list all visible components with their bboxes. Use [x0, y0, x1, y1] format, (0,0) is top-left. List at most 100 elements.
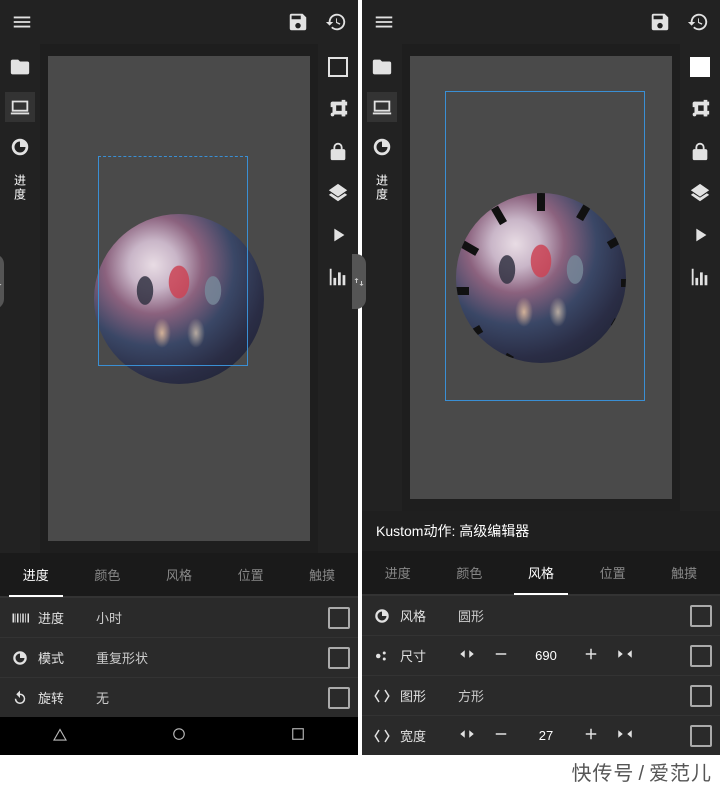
tab-color[interactable]: 颜色: [72, 553, 144, 596]
checkbox[interactable]: [328, 647, 350, 669]
lock-icon[interactable]: [685, 136, 715, 166]
topbar: [362, 0, 720, 44]
increase-icon[interactable]: [582, 645, 600, 666]
donut-icon: [370, 607, 394, 625]
layers-icon[interactable]: [323, 178, 353, 208]
decrease-icon[interactable]: [492, 725, 510, 746]
panel-title: Kustom动作: 高级编辑器: [362, 511, 720, 551]
tab-progress[interactable]: 进度: [0, 553, 72, 596]
prop-value: 重复形状: [96, 648, 328, 667]
menu-icon[interactable]: [10, 10, 34, 34]
prop-row-尺寸[interactable]: 尺寸 690: [362, 635, 720, 675]
fast-increase-icon[interactable]: [616, 645, 634, 666]
tab-style[interactable]: 风格: [143, 553, 215, 596]
prop-row-风格[interactable]: 风格圆形: [362, 595, 720, 635]
decrease-icon[interactable]: [492, 645, 510, 666]
drawer-handle[interactable]: [0, 254, 4, 309]
active-tool-label: 进度: [12, 174, 29, 202]
left-screen: 进度 进度颜色风格位置触摸 进度小时 模式重复形状 旋转无: [0, 0, 358, 755]
dots-icon: [370, 647, 394, 665]
prop-row-旋转[interactable]: 旋转无: [0, 677, 358, 717]
shape-icon[interactable]: [685, 52, 715, 82]
canvas[interactable]: [410, 56, 672, 499]
stepper: 27: [458, 725, 690, 746]
active-tool-label: 进度: [374, 174, 391, 202]
history-icon[interactable]: [686, 10, 710, 34]
folder-icon[interactable]: [5, 52, 35, 82]
prop-value: 方形: [458, 686, 690, 705]
prop-value: 无: [96, 688, 328, 707]
right-screen: 进度 Kustom动作: 高级编辑器进度颜色风格位置触摸 风格圆形 尺寸 690…: [362, 0, 720, 755]
history-icon[interactable]: [324, 10, 348, 34]
prop-label: 图形: [400, 686, 448, 705]
folder-icon[interactable]: [367, 52, 397, 82]
background-icon[interactable]: [5, 92, 35, 122]
nav-recent-icon[interactable]: [289, 725, 307, 748]
property-list: 风格圆形 尺寸 690 图形方形 宽度 27: [362, 595, 720, 755]
rotate-icon: [8, 689, 32, 707]
selection-outline[interactable]: [98, 156, 248, 366]
chart-icon[interactable]: [323, 262, 353, 292]
property-list: 进度小时 模式重复形状 旋转无: [0, 597, 358, 717]
tab-position[interactable]: 位置: [577, 551, 649, 594]
editor: 进度: [0, 44, 358, 553]
prop-row-进度[interactable]: 进度小时: [0, 597, 358, 637]
background-icon[interactable]: [367, 92, 397, 122]
save-icon[interactable]: [286, 10, 310, 34]
drawer-handle[interactable]: [352, 254, 366, 309]
prop-row-宽度[interactable]: 宽度 27: [362, 715, 720, 755]
fast-decrease-icon[interactable]: [458, 645, 476, 666]
nav-back-icon[interactable]: [51, 725, 69, 748]
chart-icon[interactable]: [685, 262, 715, 292]
tab-touch[interactable]: 触摸: [648, 551, 720, 594]
stepper-value: 690: [526, 648, 566, 663]
watermark: 快传号/爱范儿: [571, 757, 712, 786]
prop-label: 宽度: [400, 726, 448, 745]
shape-icon[interactable]: [323, 52, 353, 82]
play-icon[interactable]: [323, 220, 353, 250]
donut-icon: [8, 649, 32, 667]
tab-progress[interactable]: 进度: [362, 551, 434, 594]
tab-position[interactable]: 位置: [215, 553, 287, 596]
prop-value: 圆形: [458, 606, 690, 625]
fast-decrease-icon[interactable]: [458, 725, 476, 746]
prop-row-模式[interactable]: 模式重复形状: [0, 637, 358, 677]
checkbox[interactable]: [690, 685, 712, 707]
tab-color[interactable]: 颜色: [434, 551, 506, 594]
prop-label: 风格: [400, 606, 448, 625]
stepper-value: 27: [526, 728, 566, 743]
prop-label: 旋转: [38, 688, 86, 707]
checkbox[interactable]: [690, 645, 712, 667]
crop-icon[interactable]: [685, 94, 715, 124]
checkbox[interactable]: [328, 607, 350, 629]
checkbox[interactable]: [690, 605, 712, 627]
right-toolbar: [680, 44, 720, 511]
prop-label: 模式: [38, 648, 86, 667]
increase-icon[interactable]: [582, 725, 600, 746]
progress-tool-icon[interactable]: [367, 132, 397, 162]
property-tabs: 进度颜色风格位置触摸: [362, 551, 720, 595]
layers-icon[interactable]: [685, 178, 715, 208]
barcode-icon: [8, 609, 32, 627]
property-tabs: 进度颜色风格位置触摸: [0, 553, 358, 597]
arrows-icon: [370, 727, 394, 745]
canvas[interactable]: [48, 56, 310, 541]
lock-icon[interactable]: [323, 136, 353, 166]
left-toolbar: 进度: [362, 44, 402, 511]
stepper: 690: [458, 645, 690, 666]
checkbox[interactable]: [328, 687, 350, 709]
selection-outline[interactable]: [445, 91, 645, 401]
save-icon[interactable]: [648, 10, 672, 34]
menu-icon[interactable]: [372, 10, 396, 34]
checkbox[interactable]: [690, 725, 712, 747]
tab-style[interactable]: 风格: [505, 551, 577, 594]
prop-row-图形[interactable]: 图形方形: [362, 675, 720, 715]
play-icon[interactable]: [685, 220, 715, 250]
progress-tool-icon[interactable]: [5, 132, 35, 162]
arrows-icon: [370, 687, 394, 705]
crop-icon[interactable]: [323, 94, 353, 124]
nav-home-icon[interactable]: [170, 725, 188, 748]
topbar: [0, 0, 358, 44]
tab-touch[interactable]: 触摸: [286, 553, 358, 596]
fast-increase-icon[interactable]: [616, 725, 634, 746]
